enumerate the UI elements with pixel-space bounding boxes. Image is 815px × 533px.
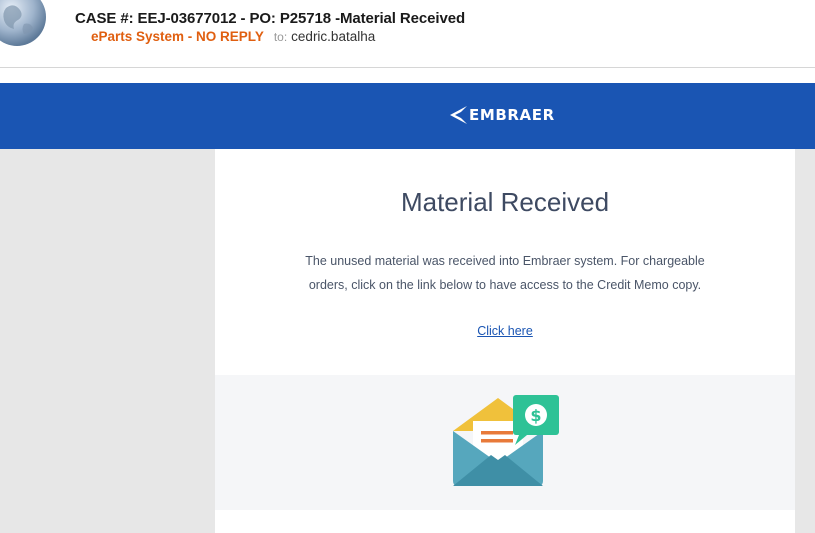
embraer-logo: EMBRAER <box>448 104 555 126</box>
envelope-dollar-icon: $ <box>453 395 559 486</box>
right-margin <box>795 149 815 533</box>
recipient-name[interactable]: cedric.batalha <box>291 29 375 44</box>
click-here-link[interactable]: Click here <box>477 324 533 338</box>
illustration-panel: $ <box>215 375 795 510</box>
left-margin <box>0 149 215 533</box>
to-label: to: <box>273 30 288 44</box>
cta-container: Click here <box>215 324 795 338</box>
globe-icon <box>0 0 46 46</box>
embraer-wing-icon <box>450 106 467 124</box>
message-title: Material Received <box>400 187 610 217</box>
email-subject: CASE #: EEJ-03677012 - PO: P25718 -Mater… <box>75 10 466 27</box>
svg-text:$: $ <box>530 406 541 425</box>
header-gap <box>0 69 815 83</box>
message-body: The unused material was received into Em… <box>305 254 705 292</box>
sender-line: eParts System - NO REPLY to: cedric.batalh… <box>91 29 375 44</box>
message-card: Material Received The unused material wa… <box>215 149 795 375</box>
brand-name: EMBRAER <box>469 106 555 124</box>
sender-name[interactable]: eParts System - NO REPLY <box>91 29 264 44</box>
email-header: CASE #: EEJ-03677012 - PO: P25718 -Mater… <box>0 0 815 68</box>
card-footer <box>215 510 795 533</box>
brand-banner <box>0 83 815 149</box>
